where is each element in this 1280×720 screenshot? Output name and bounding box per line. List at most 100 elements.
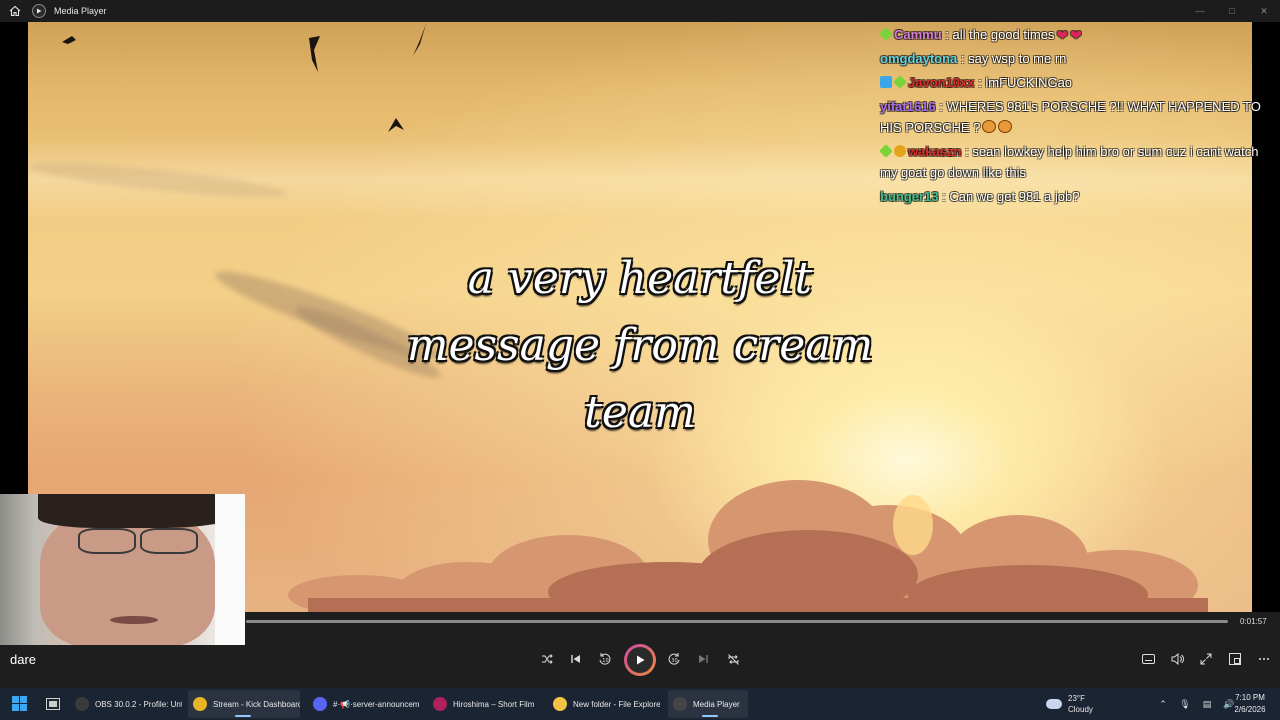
home-icon bbox=[9, 5, 21, 17]
taskbar-item[interactable]: Media Player bbox=[668, 690, 748, 718]
chat-username[interactable]: wakaszn bbox=[908, 144, 961, 159]
repeat-off-icon bbox=[727, 653, 739, 665]
folder-icon bbox=[553, 697, 567, 711]
taskbar-item-label: New folder - File Explorer bbox=[573, 699, 660, 709]
chevron-up-icon[interactable]: ⌃ bbox=[1152, 699, 1174, 710]
play-icon bbox=[637, 655, 645, 665]
chat-username[interactable]: bunger13 bbox=[880, 189, 939, 204]
previous-button[interactable] bbox=[561, 642, 591, 676]
window-title: Media Player bbox=[54, 6, 107, 16]
volume-icon bbox=[1171, 653, 1184, 665]
taskbar-item[interactable]: OBS 30.0.2 - Profile: Unt bbox=[70, 690, 182, 718]
close-button[interactable]: ✕ bbox=[1248, 0, 1280, 22]
cloudy-icon bbox=[1046, 699, 1062, 709]
clock-time: 7:10 PM bbox=[1235, 693, 1265, 702]
taskbar-item[interactable]: New folder - File Explorer bbox=[548, 690, 660, 718]
obs-icon bbox=[75, 697, 89, 711]
more-icon bbox=[1259, 658, 1269, 660]
task-view-button[interactable] bbox=[42, 690, 64, 718]
weather-condition: Cloudy bbox=[1068, 705, 1093, 714]
rewind-10-icon: 10 bbox=[599, 653, 611, 665]
chrome-icon bbox=[193, 697, 207, 711]
svg-text:10: 10 bbox=[602, 658, 608, 664]
previous-icon bbox=[571, 655, 580, 663]
taskbar-item[interactable]: Hiroshima – Short Film bbox=[428, 690, 540, 718]
fullscreen-icon bbox=[1200, 653, 1212, 665]
shuffle-button[interactable] bbox=[532, 642, 562, 676]
webcam-feed bbox=[0, 494, 245, 645]
chat-username[interactable]: yifat1616 bbox=[880, 99, 936, 114]
taskbar: OBS 30.0.2 - Profile: Unt Stream - Kick D… bbox=[0, 688, 1280, 720]
taskbar-item-label: Hiroshima – Short Film bbox=[453, 699, 535, 709]
maximize-button[interactable]: □ bbox=[1216, 0, 1248, 22]
overlay-line: a very heartfelt bbox=[467, 253, 813, 304]
minimize-button[interactable]: — bbox=[1184, 0, 1216, 22]
overlay-line: message from cream bbox=[406, 319, 874, 371]
home-button[interactable] bbox=[0, 0, 30, 22]
miniplayer-button[interactable] bbox=[1220, 642, 1250, 676]
chat-text: : lmFUCKINGao bbox=[978, 75, 1073, 90]
chat-username[interactable]: Javon10xx bbox=[908, 75, 975, 90]
discord-icon bbox=[313, 697, 327, 711]
clock[interactable]: 7:10 PM 2/6/2026 bbox=[1232, 692, 1268, 716]
media-player-app-icon bbox=[32, 4, 46, 18]
overlay-line: team bbox=[584, 386, 696, 438]
taskbar-item[interactable]: #·📢·server-announcem bbox=[308, 690, 420, 718]
taskbar-item[interactable]: Stream - Kick Dashboard bbox=[188, 690, 300, 718]
chat-message: bunger13 : Can we get 981 a job? bbox=[878, 186, 1278, 207]
chat-text: : WHERES 981's PORSCHE ?!! WHAT HAPPENED… bbox=[880, 99, 1261, 135]
rewind-10-button[interactable]: 10 bbox=[590, 642, 620, 676]
green-badge-icon bbox=[893, 75, 907, 89]
chat-message: omgdaytona : say wsp to me rn bbox=[878, 48, 1278, 69]
chat-username[interactable]: Cammu bbox=[894, 27, 942, 42]
taskbar-item-label: Stream - Kick Dashboard bbox=[213, 699, 300, 709]
face-emote-icon bbox=[982, 120, 997, 133]
green-badge-icon bbox=[879, 144, 893, 158]
fullscreen-button[interactable] bbox=[1191, 642, 1221, 676]
microphone-icon[interactable]: 🎙 bbox=[1174, 699, 1196, 710]
streamer-mouth bbox=[110, 616, 158, 624]
chat-message: Cammu : all the good times ❤ ❤ bbox=[878, 24, 1278, 45]
total-time: 0:01:57 bbox=[1240, 617, 1267, 626]
gold-badge-icon bbox=[894, 145, 906, 157]
taskbar-item-label: OBS 30.0.2 - Profile: Unt bbox=[95, 699, 182, 709]
heart-emote-icon: ❤ bbox=[1070, 27, 1082, 43]
title-bar: Media Player — □ ✕ bbox=[0, 0, 1280, 22]
seek-bar[interactable] bbox=[246, 620, 1228, 623]
chat-text: : all the good times bbox=[945, 27, 1055, 42]
forward-30-button[interactable]: 30 bbox=[659, 642, 689, 676]
chat-text: : Can we get 981 a job? bbox=[942, 189, 1080, 204]
glasses-left bbox=[78, 528, 136, 554]
green-badge-icon bbox=[879, 27, 893, 41]
next-button[interactable] bbox=[688, 642, 718, 676]
chat-message: Javon10xx : lmFUCKINGao bbox=[878, 72, 1278, 93]
volume-button[interactable] bbox=[1162, 642, 1192, 676]
clock-date: 2/6/2026 bbox=[1234, 705, 1266, 714]
blue-badge-icon bbox=[880, 76, 892, 88]
miniplayer-icon bbox=[1229, 653, 1241, 665]
taskbar-item-label: Media Player bbox=[693, 699, 740, 709]
chat-message: yifat1616 : WHERES 981's PORSCHE ?!! WHA… bbox=[878, 96, 1278, 138]
chat-username[interactable]: omgdaytona bbox=[880, 51, 957, 66]
start-button[interactable] bbox=[12, 696, 28, 712]
more-options-button[interactable] bbox=[1249, 642, 1279, 676]
streamer-hair bbox=[38, 494, 238, 528]
face-emote-icon bbox=[998, 120, 1013, 133]
video-overlay-title: a very heartfelt message from cream team bbox=[0, 246, 1280, 447]
chat-overlay: slax : turn on facecamCammu : all the go… bbox=[878, 0, 1278, 210]
system-tray: ⌃ 🎙 ▤ 🔊 bbox=[1152, 688, 1240, 720]
webcam-bright-edge bbox=[215, 494, 245, 645]
glasses-right bbox=[140, 528, 198, 554]
captions-icon bbox=[1141, 654, 1155, 664]
task-view-icon bbox=[46, 698, 60, 710]
subtitles-button[interactable] bbox=[1133, 642, 1163, 676]
repeat-off-button[interactable] bbox=[718, 642, 748, 676]
taskbar-item-label: #·📢·server-announcem bbox=[333, 699, 420, 709]
media-player-icon bbox=[673, 697, 687, 711]
heart-emote-icon: ❤ bbox=[1056, 27, 1069, 43]
forward-30-icon: 30 bbox=[668, 653, 680, 665]
weather-widget[interactable]: 23°F Cloudy bbox=[1046, 693, 1093, 715]
play-button[interactable] bbox=[624, 644, 656, 676]
network-icon[interactable]: ▤ bbox=[1196, 699, 1218, 710]
chat-message: wakaszn : sean lowkey help him bro or su… bbox=[878, 141, 1278, 183]
